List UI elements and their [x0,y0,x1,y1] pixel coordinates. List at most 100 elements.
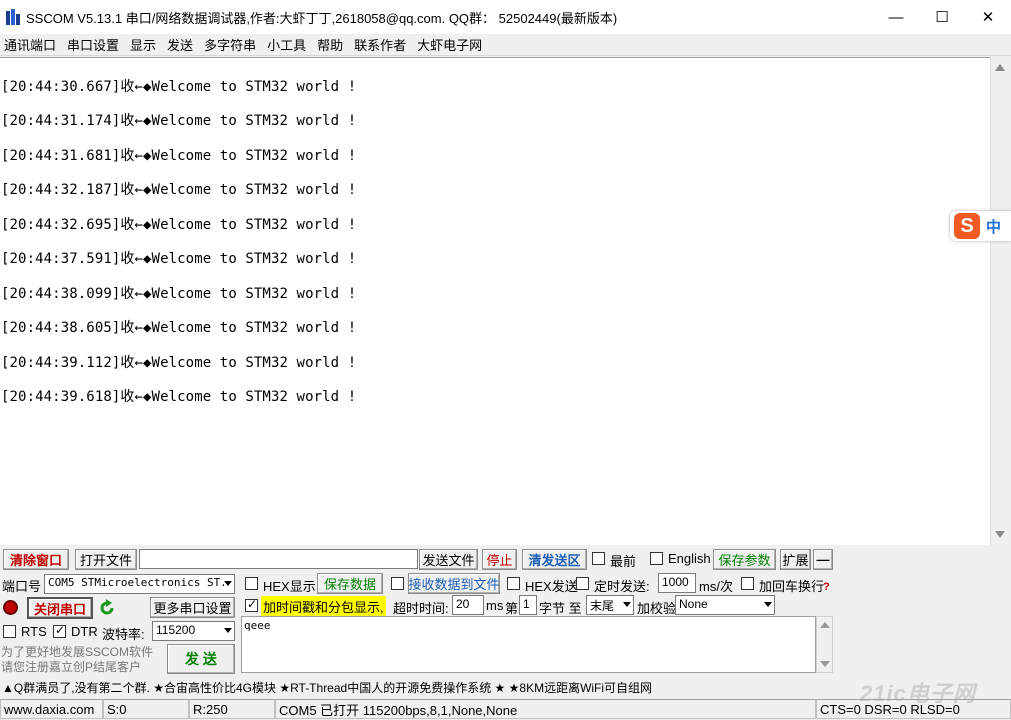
menu-multi-string[interactable]: 多字符串 [200,35,263,54]
menu-contact-author[interactable]: 联系作者 [350,35,413,54]
menu-display[interactable]: 显示 [126,35,163,54]
receive-area[interactable]: [20:44:30.667]收←◆Welcome to STM32 world … [0,57,990,545]
english-checkbox[interactable] [650,552,663,565]
hex-display-label: HEX显示 [263,576,316,595]
add-crlf-label: 加回车换行 [759,576,824,595]
menu-bar: 通讯端口 串口设置 显示 发送 多字符串 小工具 帮助 联系作者 大虾电子网 [0,34,1011,56]
stop-button[interactable]: 停止 [482,549,517,570]
receive-line: [20:44:37.591]收←◆Welcome to STM32 world … [1,248,356,268]
port-status-led-icon [3,600,18,615]
topmost-checkbox[interactable] [592,552,605,565]
status-port-state: COM5 已打开 115200bps,8,1,None,None [275,699,816,719]
more-serial-settings-button[interactable]: 更多串口设置 [150,597,235,618]
menu-comm-port[interactable]: 通讯端口 [0,35,63,54]
clear-send-button[interactable]: 清发送区 [522,549,587,570]
receive-line: [20:44:39.112]收←◆Welcome to STM32 world … [1,352,356,372]
timestamp-label: 加时间戳和分包显示, [261,596,386,617]
scroll-up-icon[interactable] [995,64,1005,71]
baud-select[interactable]: 115200 [152,621,235,641]
receive-line: [20:44:32.187]收←◆Welcome to STM32 world … [1,179,356,199]
save-data-button[interactable]: 保存数据 [317,573,383,594]
dtr-label: DTR [71,624,98,639]
menu-serial-settings[interactable]: 串口设置 [63,35,126,54]
collapse-button[interactable]: — [813,549,833,570]
receive-line: [20:44:39.618]收←◆Welcome to STM32 world … [1,386,356,406]
close-button[interactable]: ✕ [965,0,1011,34]
port-select-value: COM5 STMicroelectronics ST. [48,576,227,589]
window-controls: — ☐ ✕ [873,0,1011,34]
send-file-button[interactable]: 发送文件 [419,549,478,570]
ime-indicator[interactable]: S 中 [950,211,1011,241]
byte-to-label: 字节 至 [539,598,582,617]
status-signals: CTS=0 DSR=0 RLSD=0 [816,699,1011,719]
baud-label: 波特率: [102,624,145,643]
file-path-input[interactable] [139,549,418,569]
add-crlf-checkbox[interactable] [741,577,754,590]
port-panel: 端口号 COM5 STMicroelectronics ST. 关闭串口 更多串… [0,572,240,676]
close-port-button[interactable]: 关闭串口 [27,597,93,619]
clear-window-button[interactable]: 清除窗口 [3,549,69,570]
hex-send-label: HEX发送 [525,576,578,595]
menu-send[interactable]: 发送 [163,35,200,54]
checksum-select[interactable]: None [675,595,775,615]
ime-mode: 中 [986,216,1001,237]
send-textarea[interactable]: qeee [241,616,816,673]
menu-tools[interactable]: 小工具 [263,35,313,54]
maximize-button[interactable]: ☐ [919,0,965,34]
hex-display-checkbox[interactable] [245,577,258,590]
hex-send-checkbox[interactable] [507,577,520,590]
status-recv-count: R:250 [189,699,275,719]
port-label: 端口号 [2,576,41,595]
scroll-down-icon[interactable] [995,531,1005,538]
checksum-label: 加校验 [637,598,676,617]
menu-daxia-site[interactable]: 大虾电子网 [413,35,489,54]
refresh-icon[interactable] [98,599,116,617]
promo-text-line2[interactable]: 请您注册嘉立创P结尾客户 [1,658,141,675]
nth-label: 第 [505,598,518,617]
chevron-down-icon [764,602,772,607]
english-label: English [668,551,711,566]
recv-to-file-checkbox[interactable] [391,577,404,590]
file-toolbar: 清除窗口 打开文件 发送文件 停止 清发送区 最前 English 保存参数 扩… [0,547,1011,571]
end-select[interactable]: 末尾 [586,595,634,615]
receive-line: [20:44:30.667]收←◆Welcome to STM32 world … [1,76,356,96]
rts-label: RTS [21,624,47,639]
receive-scrollbar[interactable] [990,57,1007,545]
timed-send-checkbox[interactable] [576,577,589,590]
receive-line: [20:44:31.174]收←◆Welcome to STM32 world … [1,110,356,130]
timeout-unit: ms [486,598,503,613]
dtr-checkbox[interactable] [53,625,66,638]
timed-send-label: 定时发送: [594,576,650,595]
send-scrollbar[interactable] [816,616,833,673]
rts-checkbox[interactable] [3,625,16,638]
timeout-input[interactable]: 20 [452,595,484,615]
menu-help[interactable]: 帮助 [313,35,350,54]
send-button[interactable]: 发 送 [167,644,235,674]
scroll-up-icon[interactable] [820,622,830,628]
chevron-down-icon [224,628,232,633]
timestamp-checkbox[interactable] [245,599,258,612]
minimize-button[interactable]: — [873,0,919,34]
receive-line: [20:44:38.099]收←◆Welcome to STM32 world … [1,283,356,303]
open-file-button[interactable]: 打开文件 [75,549,137,570]
app-icon [6,9,20,25]
scroll-down-icon[interactable] [820,661,830,667]
status-bar: www.daxia.com S:0 R:250 COM5 已打开 115200b… [0,698,1011,720]
status-sent-count: S:0 [103,699,189,719]
expand-button[interactable]: 扩展 [780,549,811,570]
interval-unit: ms/次 [699,576,733,595]
recv-to-file-button[interactable]: 接收数据到文件 [408,573,500,594]
help-icon[interactable]: ? [823,581,830,593]
chevron-down-icon [623,602,631,607]
ad-text[interactable]: ▲Q群满员了,没有第二个群. ★合宙高性价比4G模块 ★RT-Thread中国人… [2,679,652,696]
interval-input[interactable]: 1000 [658,573,696,593]
port-select[interactable]: COM5 STMicroelectronics ST. [44,574,235,594]
status-website[interactable]: www.daxia.com [0,699,103,719]
topmost-label: 最前 [610,551,636,570]
save-params-button[interactable]: 保存参数 [713,549,776,570]
baud-select-value: 115200 [156,623,195,637]
end-select-value: 末尾 [590,599,614,613]
nth-input[interactable]: 1 [519,595,537,615]
receive-line: [20:44:38.605]收←◆Welcome to STM32 world … [1,317,356,337]
sogou-icon: S [954,213,980,239]
